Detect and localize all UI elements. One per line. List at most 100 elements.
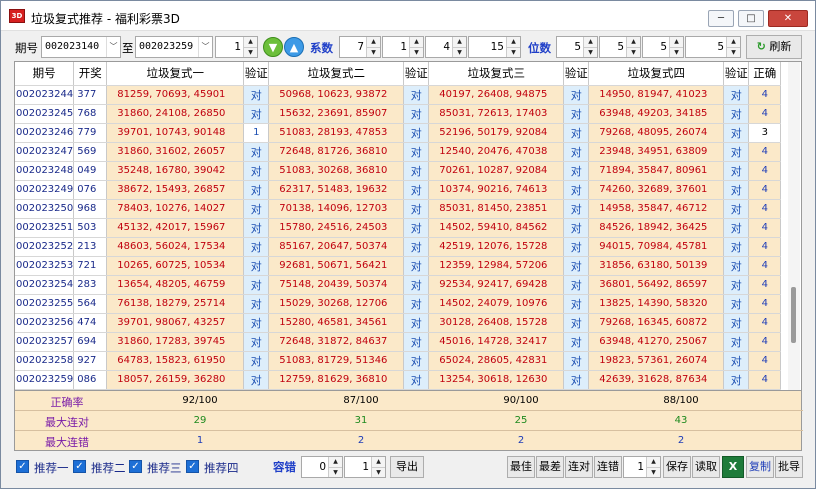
spin-down-icon[interactable]: ▼ — [670, 47, 683, 57]
recommend-cell[interactable]: 45016, 14728, 32417 — [428, 332, 565, 352]
coef-spinner-2[interactable]: 1 ▲ ▼ — [382, 36, 424, 58]
column-header[interactable]: 垃圾复式一 — [106, 62, 245, 86]
period-cell[interactable]: 002023253 — [15, 256, 75, 276]
verify-cell[interactable]: 对 — [403, 351, 430, 371]
spin-down-icon[interactable]: ▼ — [329, 467, 342, 477]
recommend-cell[interactable]: 12359, 12984, 57206 — [428, 256, 565, 276]
column-header[interactable]: 验证 — [403, 62, 430, 86]
spin-up-icon[interactable]: ▲ — [627, 37, 640, 47]
spin-down-icon[interactable]: ▼ — [410, 47, 423, 57]
correct-count-cell[interactable]: 4 — [748, 256, 782, 276]
recommend-cell[interactable]: 72648, 81726, 36810 — [268, 142, 405, 162]
recommend-cell[interactable]: 42519, 12076, 15728 — [428, 237, 565, 257]
verify-cell[interactable]: 对 — [563, 332, 590, 352]
spin-up-icon[interactable]: ▲ — [410, 37, 423, 47]
spin-up-icon[interactable]: ▲ — [453, 37, 466, 47]
verify-cell[interactable]: 对 — [723, 332, 750, 352]
spin-up-icon[interactable]: ▲ — [647, 457, 660, 467]
period-cell[interactable]: 002023252 — [15, 237, 75, 257]
correct-count-cell[interactable]: 4 — [748, 370, 782, 390]
recommend-cell[interactable]: 30128, 26408, 15728 — [428, 313, 565, 333]
best-button[interactable]: 最佳 — [507, 456, 535, 478]
spin-down-icon[interactable]: ▼ — [627, 47, 640, 57]
table-row[interactable]: 002023246 779 39701, 10743, 90148 1 51083, 2… — [15, 123, 782, 143]
draw-cell[interactable]: 049 — [73, 161, 108, 181]
digits-spinner-3[interactable]: 5 ▲ ▼ — [642, 36, 684, 58]
recommend-cell[interactable]: 12759, 81629, 36810 — [268, 370, 405, 390]
verify-cell[interactable]: 对 — [563, 142, 590, 162]
recommend-cell[interactable]: 74260, 32689, 37601 — [588, 180, 725, 200]
period-cell[interactable]: 002023250 — [15, 199, 75, 219]
verify-cell[interactable]: 对 — [243, 351, 270, 371]
verify-cell[interactable]: 对 — [723, 256, 750, 276]
recommend-cell[interactable]: 85167, 20647, 50374 — [268, 237, 405, 257]
verify-cell[interactable]: 对 — [563, 123, 590, 143]
verify-cell[interactable]: 对 — [563, 161, 590, 181]
recommend-cell[interactable]: 18057, 26159, 36280 — [106, 370, 245, 390]
result-grid[interactable]: 期号 开奖 垃圾复式一 验证 垃圾复式二 验证 垃圾复式三 验证 垃圾复式四 验… — [14, 61, 802, 391]
table-row[interactable]: 002023254 283 13654, 48205, 46759 对 75148, 2… — [15, 275, 782, 295]
verify-cell[interactable]: 对 — [403, 85, 430, 105]
recommend-cell[interactable]: 12540, 20476, 47038 — [428, 142, 565, 162]
spin-up-icon[interactable]: ▲ — [244, 37, 257, 47]
spin-buttons[interactable]: ▲ ▼ — [669, 37, 683, 57]
period-cell[interactable]: 002023244 — [15, 85, 75, 105]
draw-cell[interactable]: 503 — [73, 218, 108, 238]
verify-cell[interactable]: 对 — [403, 370, 430, 390]
verify-cell[interactable]: 对 — [723, 351, 750, 371]
recommend-cell[interactable]: 70261, 10287, 92084 — [428, 161, 565, 181]
draw-cell[interactable]: 076 — [73, 180, 108, 200]
spin-down-icon[interactable]: ▼ — [244, 47, 257, 57]
spin-up-icon[interactable]: ▲ — [670, 37, 683, 47]
save-button[interactable]: 保存 — [663, 456, 691, 478]
correct-count-cell[interactable]: 4 — [748, 199, 782, 219]
spin-down-icon[interactable]: ▼ — [584, 47, 597, 57]
recommend-cell[interactable]: 13654, 48205, 46759 — [106, 275, 245, 295]
verify-cell[interactable]: 对 — [243, 294, 270, 314]
tolerance-spinner-1[interactable]: 0 ▲ ▼ — [301, 456, 343, 478]
draw-cell[interactable]: 721 — [73, 256, 108, 276]
draw-cell[interactable]: 694 — [73, 332, 108, 352]
go-down-button[interactable]: ▼ — [263, 37, 283, 57]
spin-down-icon[interactable]: ▼ — [647, 467, 660, 477]
recommend-cell[interactable]: 31860, 31602, 26057 — [106, 142, 245, 162]
recommend-cell[interactable]: 19823, 57361, 26074 — [588, 351, 725, 371]
verify-cell[interactable]: 对 — [403, 237, 430, 257]
draw-cell[interactable]: 968 — [73, 199, 108, 219]
step-spinner[interactable]: 1 ▲ ▼ — [215, 36, 258, 58]
draw-cell[interactable]: 377 — [73, 85, 108, 105]
verify-cell[interactable]: 对 — [563, 275, 590, 295]
coef-spinner-3[interactable]: 4 ▲ ▼ — [425, 36, 467, 58]
correct-count-cell[interactable]: 4 — [748, 161, 782, 181]
draw-cell[interactable]: 927 — [73, 351, 108, 371]
verify-cell[interactable]: 对 — [563, 294, 590, 314]
correct-count-cell[interactable]: 4 — [748, 218, 782, 238]
correct-count-cell[interactable]: 4 — [748, 104, 782, 124]
draw-cell[interactable]: 564 — [73, 294, 108, 314]
streak-wrong-button[interactable]: 连错 — [594, 456, 622, 478]
verify-cell[interactable]: 对 — [723, 142, 750, 162]
verify-cell[interactable]: 对 — [243, 218, 270, 238]
recommend-cell[interactable]: 64783, 15823, 61950 — [106, 351, 245, 371]
verify-cell[interactable]: 对 — [563, 313, 590, 333]
recommend-cell[interactable]: 31860, 17283, 39745 — [106, 332, 245, 352]
period-cell[interactable]: 002023258 — [15, 351, 75, 371]
verify-cell[interactable]: 对 — [563, 237, 590, 257]
draw-cell[interactable]: 779 — [73, 123, 108, 143]
verify-cell[interactable]: 对 — [723, 237, 750, 257]
table-row[interactable]: 002023252 213 48603, 56024, 17534 对 85167, 2… — [15, 237, 782, 257]
verify-cell[interactable]: 对 — [403, 142, 430, 162]
spin-buttons[interactable]: ▲ ▼ — [328, 457, 342, 477]
recommend-cell[interactable]: 35248, 16780, 39042 — [106, 161, 245, 181]
checkbox-rec-3[interactable]: ✓ — [129, 460, 142, 473]
column-header[interactable]: 验证 — [563, 62, 590, 86]
verify-cell[interactable]: 对 — [243, 180, 270, 200]
verify-cell[interactable]: 对 — [243, 237, 270, 257]
draw-cell[interactable]: 474 — [73, 313, 108, 333]
digits-spinner-4[interactable]: 5 ▲ ▼ — [685, 36, 741, 58]
table-row[interactable]: 002023258 927 64783, 15823, 61950 对 51083, 8… — [15, 351, 782, 371]
verify-cell[interactable]: 对 — [403, 199, 430, 219]
recommend-cell[interactable]: 51083, 81729, 51346 — [268, 351, 405, 371]
spin-buttons[interactable]: ▲ ▼ — [371, 457, 385, 477]
verify-cell[interactable]: 对 — [403, 161, 430, 181]
